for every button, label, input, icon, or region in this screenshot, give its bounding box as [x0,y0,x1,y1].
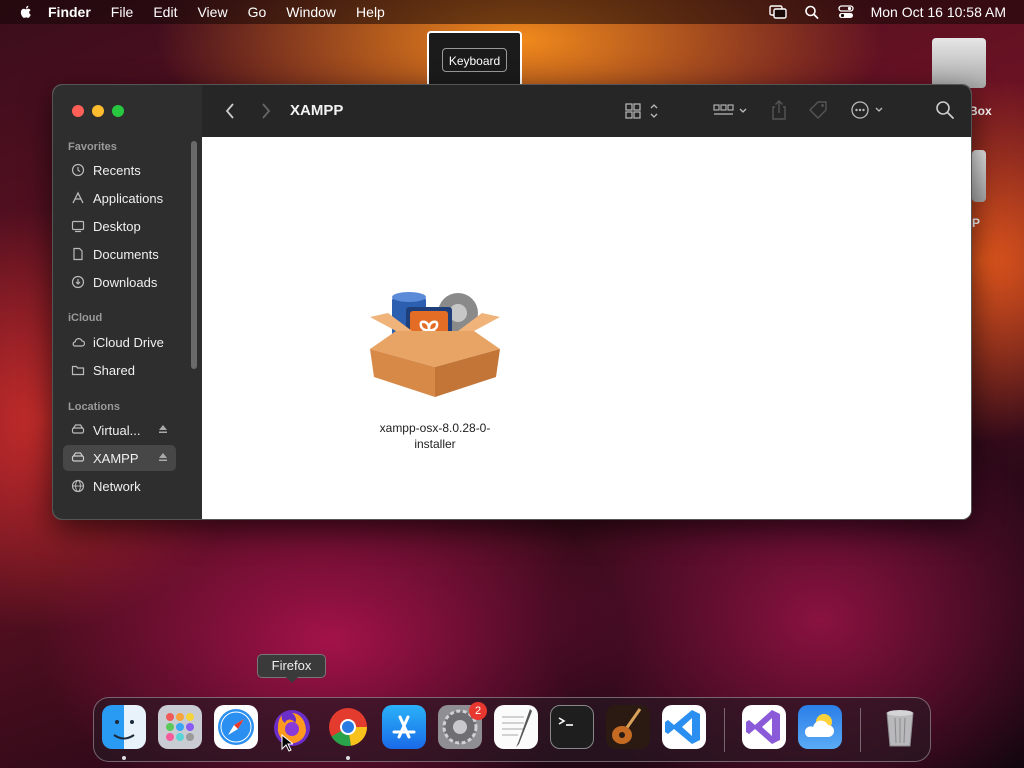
finder-window: Favorites Recents Applications Desktop D… [52,84,972,520]
sidebar-scrollbar[interactable] [191,141,197,369]
menu-help[interactable]: Help [356,4,385,20]
sidebar-item-label: Virtual... [93,422,141,438]
apple-menu-icon[interactable] [18,4,34,20]
menu-app-finder[interactable]: Finder [48,4,91,20]
finder-content: ꕤ xampp-osx-8.0.28-0- installer [202,137,971,519]
control-center-icon[interactable] [837,5,855,19]
sidebar-item-icloud-drive[interactable]: iCloud Drive [63,329,176,355]
menu-window[interactable]: Window [286,4,336,20]
sidebar-section-favorites: Favorites [68,141,117,153]
applications-icon [72,191,84,204]
document-icon [73,247,83,261]
keyboard-tooltip-label: Keyboard [442,48,507,72]
share-icon[interactable] [770,99,788,121]
desktop-disk-icon-2[interactable] [972,150,986,202]
dock-tooltip-firefox: Firefox [257,654,326,683]
terminal-icon[interactable] [550,705,594,749]
sidebar-item-label: Documents [93,246,159,262]
group-by-icon[interactable] [713,102,751,120]
globe-icon [71,479,85,493]
eject-icon[interactable] [158,452,168,462]
spotlight-search-icon[interactable] [803,5,821,19]
sidebar-item-xampp[interactable]: XAMPP [63,445,176,471]
sidebar-section-locations: Locations [68,401,120,413]
desktop-disk-label-2[interactable]: P [972,216,980,230]
app-store-icon[interactable] [382,705,426,749]
menu-view[interactable]: View [197,4,227,20]
menu-bar: Finder File Edit View Go Window Help Mon… [0,0,1024,24]
sidebar-item-applications[interactable]: Applications [63,185,176,211]
sidebar-item-virtual[interactable]: Virtual... [63,417,176,443]
vscode-icon[interactable] [662,705,706,749]
file-xampp-installer[interactable]: ꕤ xampp-osx-8.0.28-0- installer [370,287,500,452]
running-indicator [346,756,350,760]
desktop-icon [71,220,85,233]
running-indicator [122,756,126,760]
forward-chevron-icon[interactable] [260,101,272,121]
sidebar-item-desktop[interactable]: Desktop [63,213,176,239]
weather-icon[interactable] [798,705,842,749]
safari-icon[interactable] [214,705,258,749]
shared-folder-icon [71,365,85,376]
launchpad-icon[interactable] [158,705,202,749]
disk-icon [71,424,85,434]
sidebar-item-label: Downloads [93,274,158,290]
window-title: XAMPP [290,102,344,119]
tag-icon[interactable] [808,100,830,120]
sidebar-section-icloud: iCloud [68,312,103,324]
sidebar-item-label: XAMPP [93,450,139,466]
visual-studio-icon[interactable] [742,705,786,749]
zoom-button[interactable] [112,105,124,117]
clock-icon [71,163,85,177]
sidebar-item-label: Desktop [93,218,141,234]
garageband-icon[interactable] [606,705,650,749]
sidebar-item-label: Network [93,478,141,494]
sidebar-item-downloads[interactable]: Downloads [63,269,176,295]
more-actions-icon[interactable] [850,100,888,120]
download-icon [71,275,85,289]
file-name-line2: installer [414,437,456,451]
file-name-line1: xampp-osx-8.0.28-0- [379,421,491,435]
sidebar-item-label: iCloud Drive [93,334,164,350]
close-button[interactable] [72,105,84,117]
sidebar-item-label: Recents [93,162,141,178]
dock [93,697,931,762]
finder-toolbar: XAMPP [202,85,971,138]
sidebar-item-documents[interactable]: Documents [63,241,176,267]
chrome-icon[interactable] [326,705,370,749]
menu-edit[interactable]: Edit [153,4,177,20]
textedit-icon[interactable] [494,705,538,749]
desktop-disk-icon[interactable] [932,38,986,88]
menu-go[interactable]: Go [248,4,267,20]
notification-badge: 2 [469,702,487,720]
mouse-cursor-icon [281,734,293,752]
sidebar-item-shared[interactable]: Shared [63,357,176,383]
trash-icon[interactable] [878,705,922,749]
keyboard-tooltip: Keyboard [427,31,522,89]
menu-file[interactable]: File [111,4,134,20]
back-chevron-icon[interactable] [224,101,236,121]
xampp-installer-icon: ꕤ [370,292,500,397]
sidebar-item-recents[interactable]: Recents [63,157,176,183]
cloud-icon [72,338,85,347]
finder-sidebar: Favorites Recents Applications Desktop D… [53,85,202,519]
desktop-disk-label[interactable]: Box [969,104,992,118]
eject-icon[interactable] [158,424,168,434]
sidebar-item-network[interactable]: Network [63,473,176,499]
search-icon[interactable] [935,100,955,120]
sidebar-item-label: Applications [93,190,164,206]
menubar-clock[interactable]: Mon Oct 16 10:58 AM [871,4,1006,20]
disk-icon [71,452,85,462]
dock-separator [724,708,725,752]
finder-icon[interactable] [102,705,146,749]
minimize-button[interactable] [92,105,104,117]
screen-mirroring-icon[interactable] [768,5,787,19]
dock-separator [860,708,861,752]
sidebar-item-label: Shared [93,362,135,378]
icon-view-grid-icon[interactable] [625,102,661,120]
